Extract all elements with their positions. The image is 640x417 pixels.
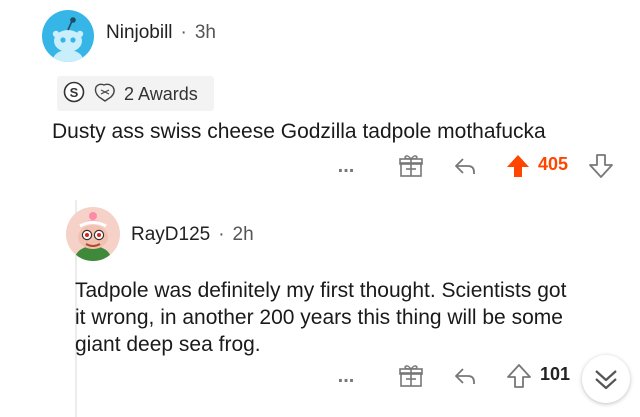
- vote-count: 101: [540, 364, 571, 384]
- upvote-icon: [507, 364, 531, 388]
- timestamp[interactable]: 3h: [195, 22, 216, 44]
- reply-icon: [455, 158, 475, 174]
- comment-body: Tadpole was definitely my first thought.…: [75, 277, 566, 358]
- comment-body: Dusty ass swiss cheese Godzilla tadpole …: [52, 120, 546, 143]
- chevron-down-icon: [595, 370, 617, 390]
- timestamp[interactable]: 2h: [233, 224, 254, 246]
- awards-row: S 2 Awards: [62, 80, 198, 109]
- svg-text:S: S: [70, 85, 79, 100]
- more-options-button[interactable]: ...: [333, 154, 359, 178]
- user-avatar[interactable]: [66, 207, 120, 261]
- snoo-avatar-icon: [75, 212, 111, 261]
- vote-count: 405: [538, 154, 569, 174]
- give-award-button[interactable]: [397, 362, 425, 390]
- username[interactable]: Ninjobill: [106, 22, 173, 44]
- awards-label: 2 Awards: [124, 84, 198, 104]
- comment-line: Tadpole was definitely my first thought.…: [75, 279, 567, 302]
- gift-icon: [399, 365, 423, 387]
- comment-line: it wrong, in another 200 years this thin…: [75, 306, 563, 329]
- comment-line: giant deep sea frog.: [75, 333, 261, 356]
- snoo-avatar-icon: [52, 17, 84, 62]
- reply-icon: [455, 368, 475, 384]
- reply-button[interactable]: [451, 362, 479, 390]
- upvote-button[interactable]: [505, 362, 533, 390]
- separator: ·: [180, 22, 187, 43]
- comment-header: RayD125 · 2h: [131, 224, 254, 246]
- helpful-award-icon: [92, 80, 118, 109]
- upvote-button[interactable]: [504, 152, 532, 180]
- gift-icon: [399, 155, 423, 177]
- downvote-button[interactable]: [587, 152, 615, 180]
- give-award-button[interactable]: [397, 152, 425, 180]
- comment-header: Ninjobill · 3h: [106, 22, 216, 44]
- downvote-icon: [589, 154, 613, 178]
- reply-button[interactable]: [451, 152, 479, 180]
- user-avatar[interactable]: [42, 10, 94, 62]
- separator: ·: [218, 224, 225, 245]
- silver-award-icon: S: [62, 80, 86, 109]
- next-comment-button[interactable]: [582, 355, 630, 403]
- upvote-icon: [507, 155, 529, 177]
- more-options-button[interactable]: ...: [333, 364, 359, 388]
- username[interactable]: RayD125: [131, 224, 210, 246]
